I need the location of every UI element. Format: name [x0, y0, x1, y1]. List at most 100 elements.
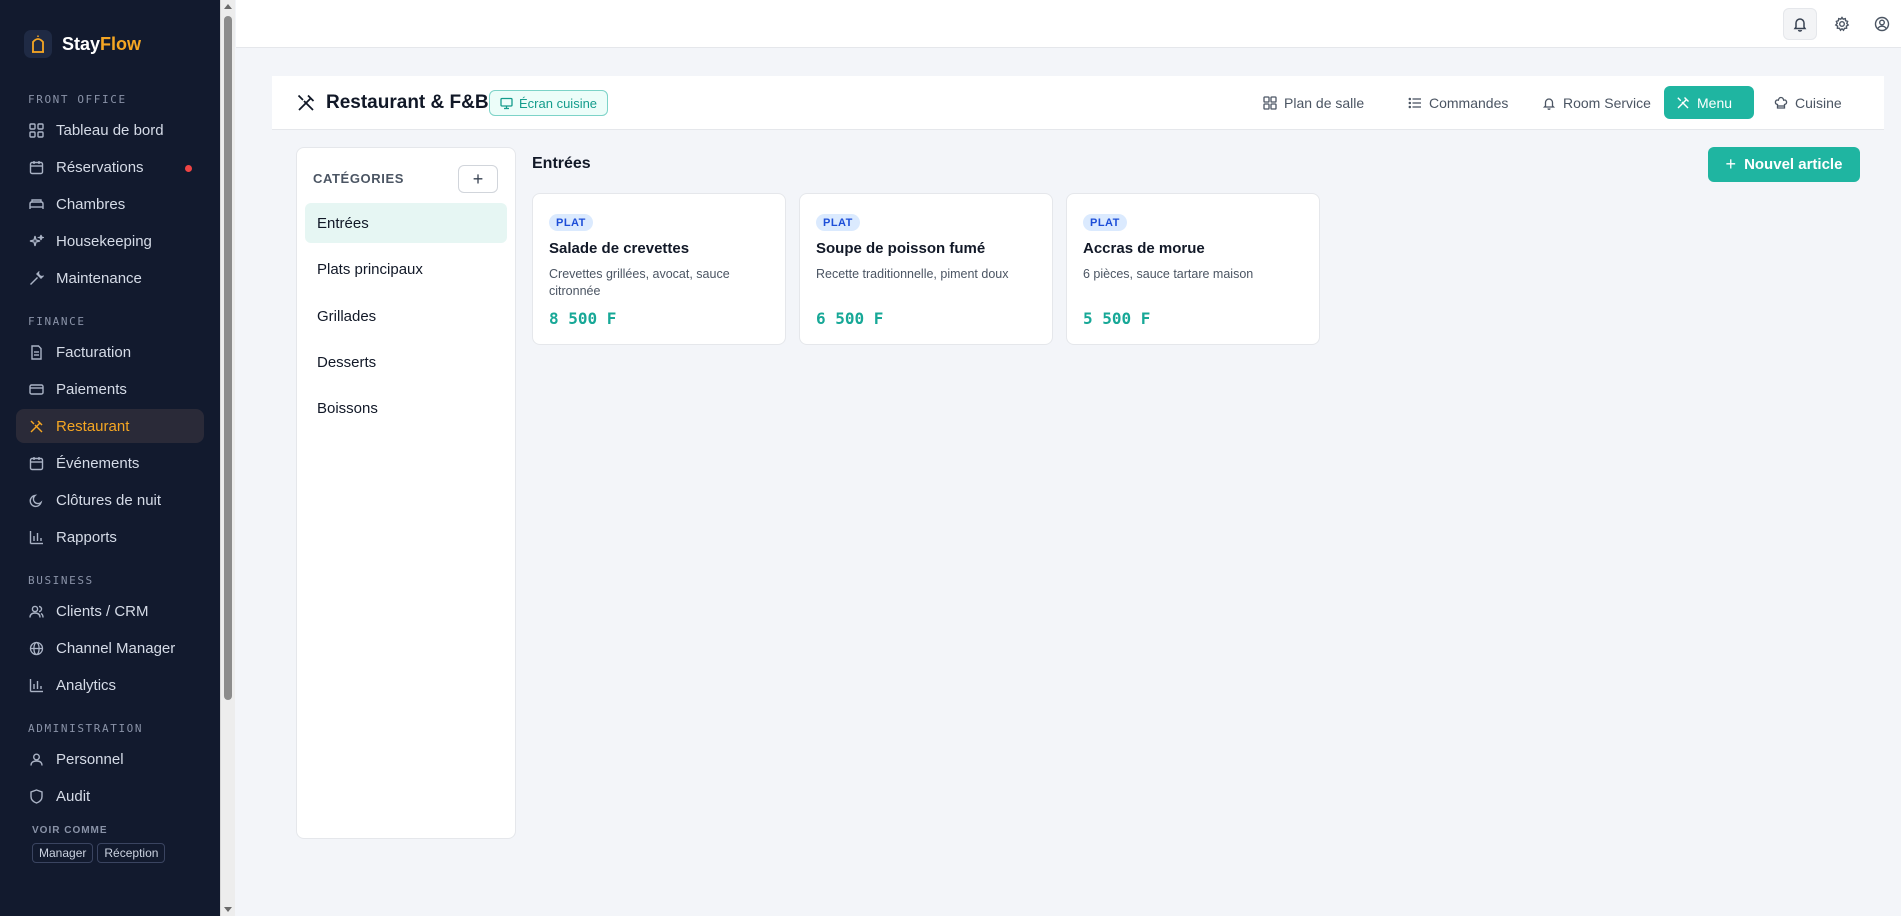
kitchen-screen-label: Écran cuisine — [519, 95, 598, 111]
section-title-front-office: FRONT OFFICE — [28, 93, 127, 106]
category-item-boissons[interactable]: Boissons — [305, 388, 507, 428]
item-type-badge: PLAT — [549, 214, 593, 231]
tab-commandes[interactable]: Commandes — [1396, 86, 1520, 119]
sidebar-item-label: Rapports — [56, 528, 117, 546]
sidebar-item-evenements[interactable]: Événements — [16, 446, 204, 480]
tab-label: Menu — [1697, 94, 1733, 111]
tab-menu[interactable]: Menu — [1664, 86, 1754, 119]
sidebar-item-label: Personnel — [56, 750, 124, 768]
module-header: Restaurant & F&B Écran cuisine Plan de s… — [272, 76, 1884, 130]
categories-panel: CATÉGORIES + Entrées Plats principaux Gr… — [296, 147, 516, 839]
role-manager-button[interactable]: Manager — [32, 843, 94, 863]
item-name: Salade de crevettes — [549, 240, 690, 257]
new-item-label: Nouvel article — [1744, 156, 1843, 173]
sidebar-item-channel-manager[interactable]: Channel Manager — [16, 631, 204, 665]
sidebar: StayFlow FRONT OFFICE Tableau de bord Ré… — [0, 0, 220, 916]
role-switcher: Manager Réception — [0, 843, 220, 863]
plus-icon: + — [1725, 154, 1737, 174]
moon-icon — [28, 492, 44, 508]
role-reception-button[interactable]: Réception — [97, 843, 166, 863]
add-category-button[interactable]: + — [458, 165, 498, 193]
sidebar-item-analytics[interactable]: Analytics — [16, 668, 204, 702]
sidebar-item-label: Housekeeping — [56, 232, 152, 250]
tab-room-service[interactable]: Room Service — [1530, 86, 1663, 119]
brand[interactable]: StayFlow — [0, 22, 220, 66]
sidebar-scrollbar[interactable] — [220, 0, 235, 916]
menu-item-card[interactable]: PLAT Salade de crevettes Crevettes grill… — [532, 193, 786, 345]
sidebar-item-audit[interactable]: Audit — [16, 779, 204, 813]
sidebar-item-personnel[interactable]: Personnel — [16, 742, 204, 776]
calendar-icon — [28, 159, 44, 175]
sidebar-item-paiements[interactable]: Paiements — [16, 372, 204, 406]
utensils-icon — [1676, 96, 1690, 110]
sidebar-item-restaurant[interactable]: Restaurant — [16, 409, 204, 443]
sidebar-item-label: Facturation — [56, 343, 132, 361]
category-item-plats-principaux[interactable]: Plats principaux — [305, 249, 507, 289]
item-price: 6 500 F — [816, 309, 884, 328]
categories-title: CATÉGORIES — [313, 171, 404, 186]
tab-plan-de-salle[interactable]: Plan de salle — [1251, 86, 1376, 119]
menu-item-card[interactable]: PLAT Accras de morue 6 pièces, sauce tar… — [1066, 193, 1320, 345]
sidebar-item-label: Restaurant — [56, 417, 130, 435]
bell-icon — [1542, 96, 1556, 110]
section-title-administration: ADMINISTRATION — [28, 722, 144, 735]
sidebar-item-label: Maintenance — [56, 269, 142, 287]
tab-label: Room Service — [1563, 94, 1651, 111]
users-icon — [28, 603, 44, 619]
globe-icon — [28, 640, 44, 656]
section-title-finance: FINANCE — [28, 315, 86, 328]
tab-cuisine[interactable]: Cuisine — [1762, 86, 1854, 119]
scroll-thumb[interactable] — [224, 16, 232, 700]
notification-dot — [185, 165, 192, 172]
calendar-icon — [28, 455, 44, 471]
scroll-up-arrow-icon[interactable] — [224, 4, 232, 9]
item-name: Accras de morue — [1083, 240, 1205, 257]
sidebar-item-facturation[interactable]: Facturation — [16, 335, 204, 369]
bar-chart-icon — [28, 529, 44, 545]
tab-label: Plan de salle — [1284, 94, 1365, 111]
item-type-badge: PLAT — [816, 214, 860, 231]
notifications-bell-icon[interactable] — [1783, 8, 1817, 40]
sidebar-item-housekeeping[interactable]: Housekeeping — [16, 224, 204, 258]
category-item-desserts[interactable]: Desserts — [305, 342, 507, 382]
page-title: Restaurant & F&B — [326, 92, 489, 113]
item-description: Recette traditionnelle, piment doux — [816, 267, 1009, 281]
utensils-icon — [28, 418, 44, 434]
wrench-icon — [28, 270, 44, 286]
list-icon — [1408, 96, 1422, 110]
user-account-icon[interactable] — [1865, 8, 1899, 40]
sidebar-item-clients-crm[interactable]: Clients / CRM — [16, 594, 204, 628]
category-item-grillades[interactable]: Grillades — [305, 296, 507, 336]
new-item-button[interactable]: + Nouvel article — [1708, 147, 1860, 182]
section-heading: Entrées — [532, 155, 591, 172]
sidebar-item-rapports[interactable]: Rapports — [16, 520, 204, 554]
item-description: 6 pièces, sauce tartare maison — [1083, 267, 1254, 281]
sidebar-item-maintenance[interactable]: Maintenance — [16, 261, 204, 295]
file-icon — [28, 344, 44, 360]
grid-icon — [28, 122, 44, 138]
sidebar-item-label: Chambres — [56, 195, 126, 213]
bar-chart-icon — [28, 677, 44, 693]
sidebar-item-label: Paiements — [56, 380, 127, 398]
item-type-badge: PLAT — [1083, 214, 1127, 231]
category-item-entrees[interactable]: Entrées — [305, 203, 507, 243]
sidebar-item-reservations[interactable]: Réservations — [16, 150, 204, 184]
sidebar-item-chambres[interactable]: Chambres — [16, 187, 204, 221]
grid-icon — [1263, 95, 1277, 110]
sparkles-icon — [28, 233, 44, 249]
scroll-down-arrow-icon[interactable] — [224, 907, 232, 912]
bed-icon — [28, 196, 44, 212]
settings-gear-icon[interactable] — [1825, 8, 1859, 40]
kitchen-screen-button[interactable]: Écran cuisine — [489, 90, 609, 116]
sidebar-item-label: Channel Manager — [56, 639, 176, 657]
shield-icon — [28, 788, 44, 804]
sidebar-item-clotures-de-nuit[interactable]: Clôtures de nuit — [16, 483, 204, 517]
tab-label: Cuisine — [1795, 94, 1842, 111]
sidebar-item-label: Clôtures de nuit — [56, 491, 162, 509]
sidebar-item-label: Tableau de bord — [56, 121, 164, 139]
sidebar-item-tableau-de-bord[interactable]: Tableau de bord — [16, 113, 204, 147]
hotel-logo-icon — [24, 30, 52, 58]
sidebar-item-label: Événements — [56, 454, 140, 472]
menu-item-card[interactable]: PLAT Soupe de poisson fumé Recette tradi… — [799, 193, 1053, 345]
top-bar — [236, 0, 1901, 48]
